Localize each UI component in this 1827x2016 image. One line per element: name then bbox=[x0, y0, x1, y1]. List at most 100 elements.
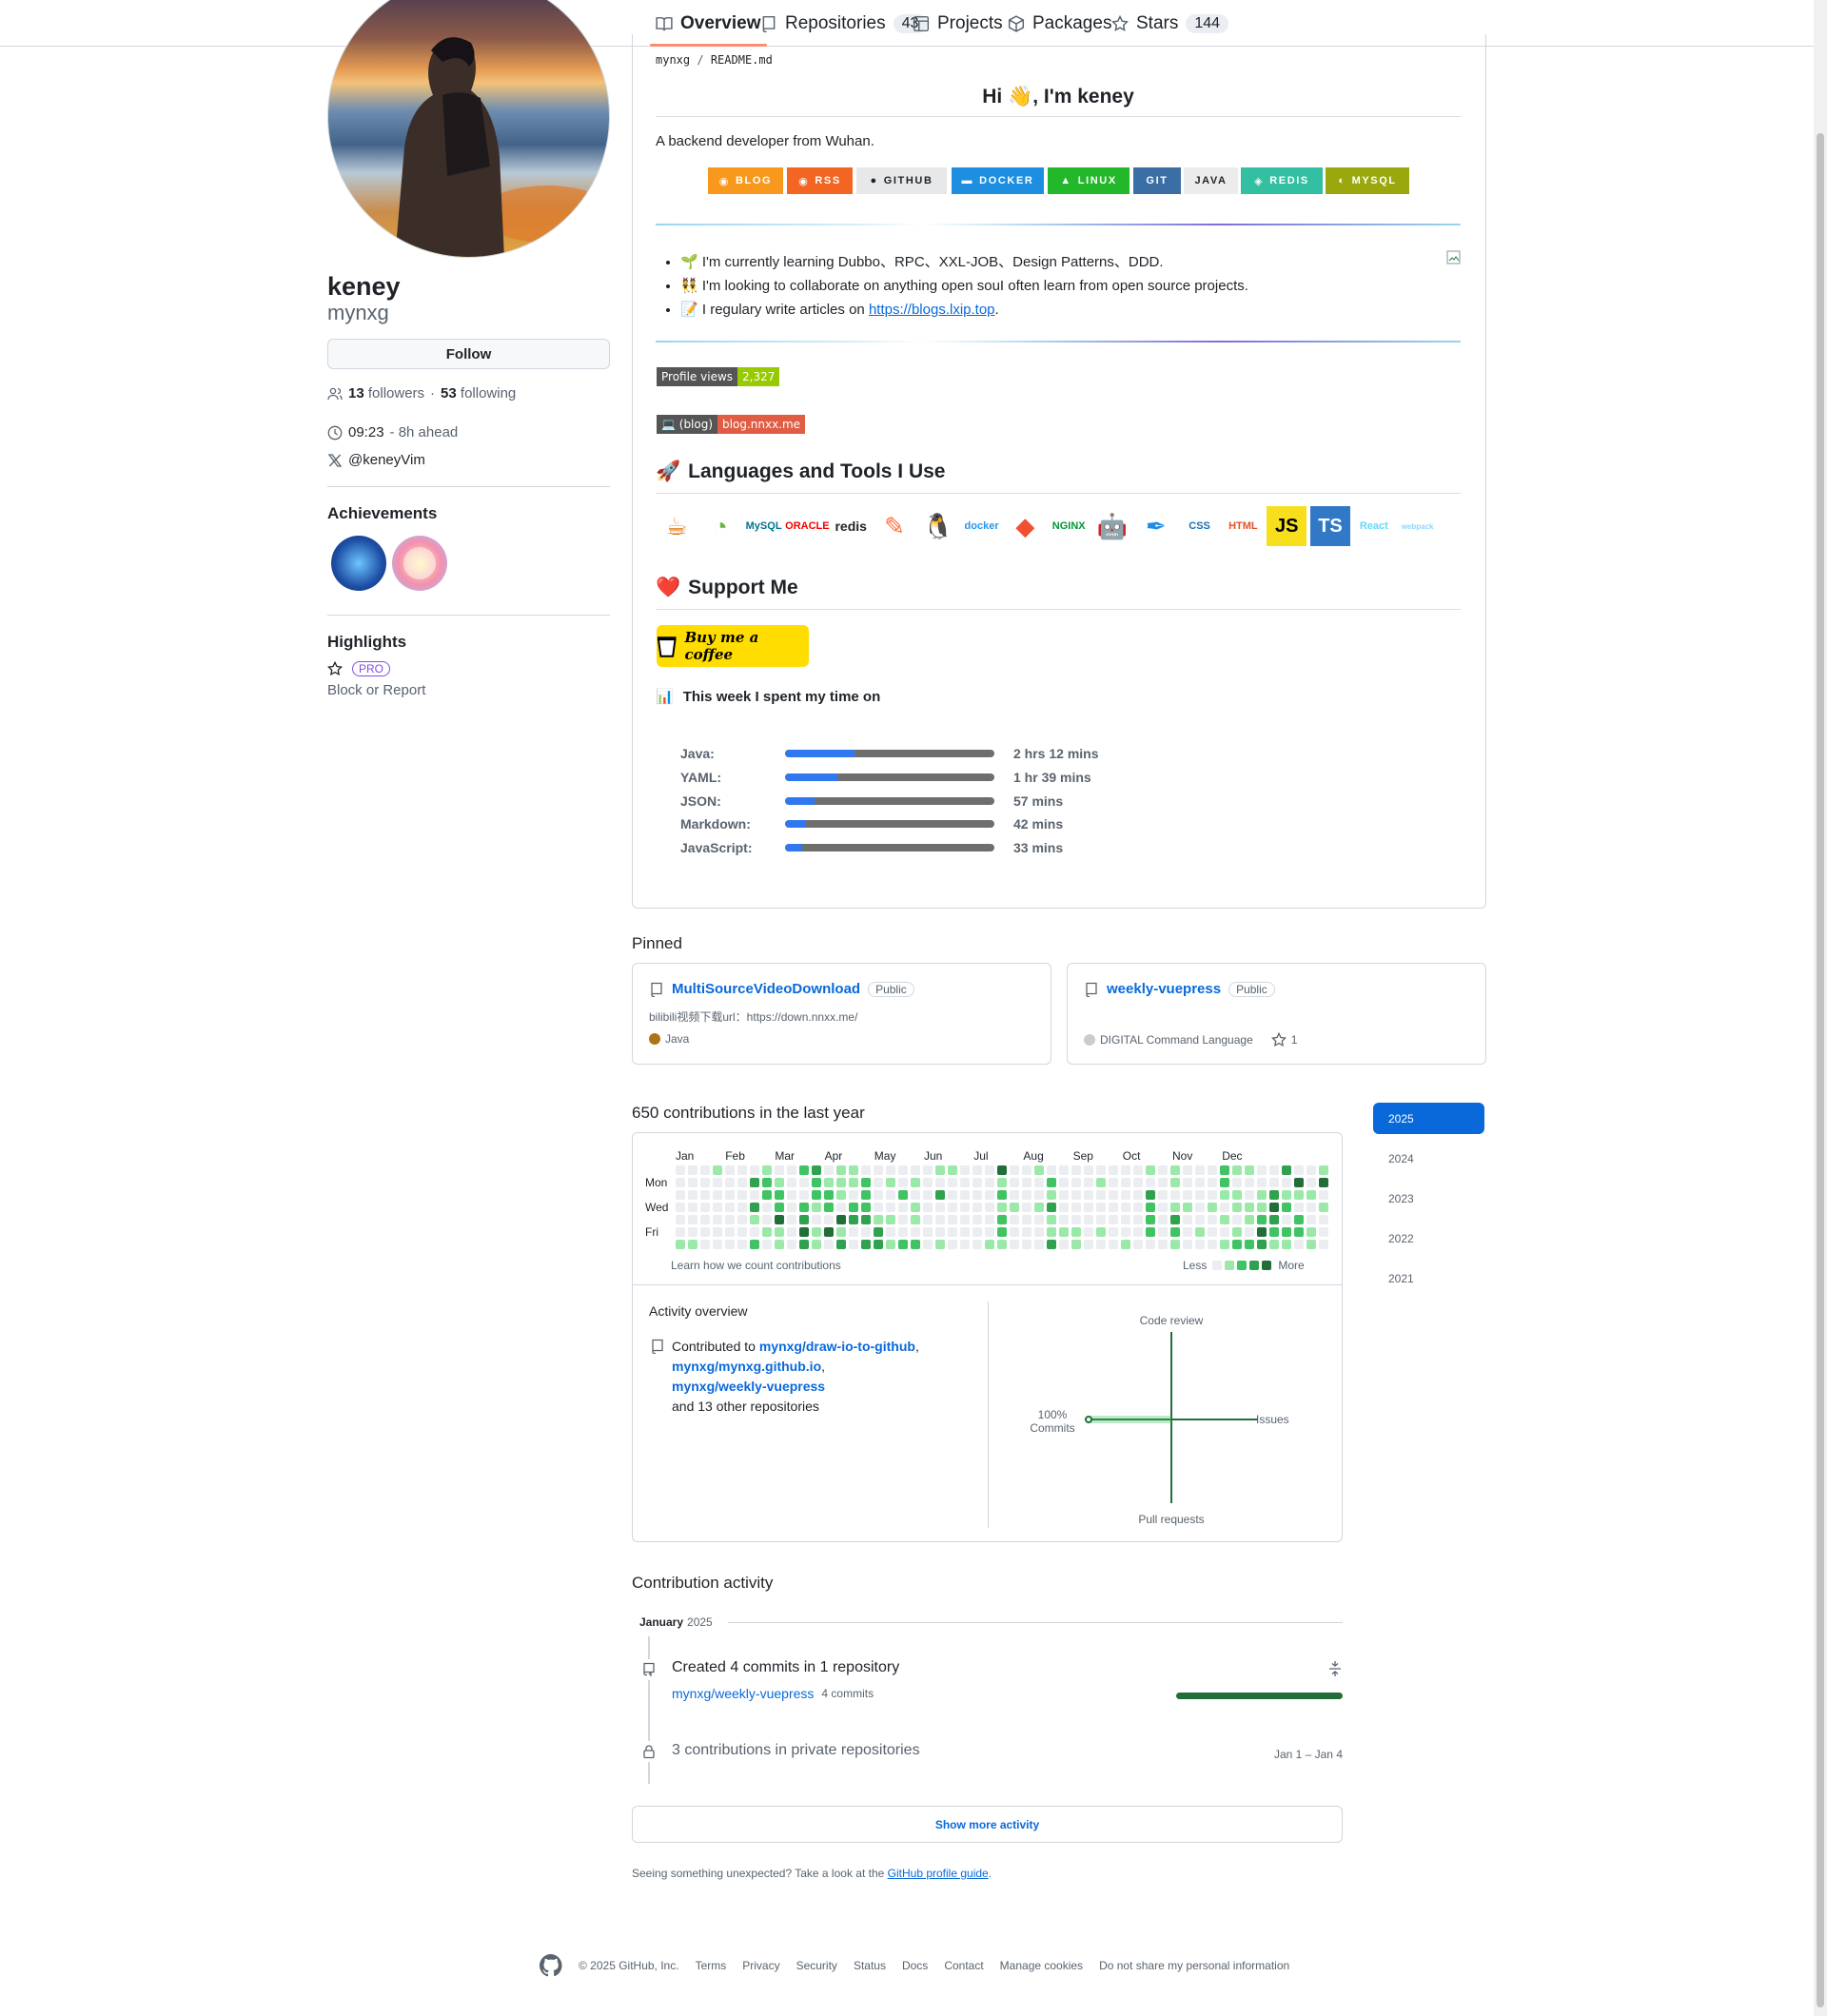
contribution-day[interactable] bbox=[1220, 1215, 1229, 1224]
contribution-day[interactable] bbox=[1183, 1227, 1192, 1237]
contribution-day[interactable] bbox=[836, 1215, 846, 1224]
contribution-day[interactable] bbox=[1084, 1227, 1093, 1237]
contribution-day[interactable] bbox=[1071, 1178, 1081, 1187]
contribution-day[interactable] bbox=[836, 1240, 846, 1249]
contribution-day[interactable] bbox=[688, 1227, 697, 1237]
contribution-day[interactable] bbox=[750, 1190, 759, 1200]
contribution-day[interactable] bbox=[824, 1203, 834, 1212]
contribution-day[interactable] bbox=[1034, 1190, 1044, 1200]
contribution-day[interactable] bbox=[1096, 1227, 1106, 1237]
contribution-day[interactable] bbox=[948, 1190, 957, 1200]
contribution-day[interactable] bbox=[676, 1240, 685, 1249]
contribution-day[interactable] bbox=[935, 1215, 945, 1224]
scrollbar-thumb[interactable] bbox=[1817, 133, 1824, 2007]
contribution-day[interactable] bbox=[1245, 1240, 1254, 1249]
contribution-day[interactable] bbox=[700, 1227, 710, 1237]
contribution-day[interactable] bbox=[713, 1227, 722, 1237]
learn-contributions-link[interactable]: Learn how we count contributions bbox=[671, 1259, 841, 1272]
contribution-day[interactable] bbox=[911, 1178, 920, 1187]
contribution-day[interactable] bbox=[1195, 1203, 1205, 1212]
contribution-day[interactable] bbox=[725, 1227, 735, 1237]
contribution-day[interactable] bbox=[1220, 1178, 1229, 1187]
contribution-day[interactable] bbox=[1059, 1240, 1069, 1249]
contribution-day[interactable] bbox=[1232, 1165, 1242, 1175]
contribution-day[interactable] bbox=[775, 1215, 784, 1224]
contribution-day[interactable] bbox=[1232, 1227, 1242, 1237]
contribution-day[interactable] bbox=[1084, 1178, 1093, 1187]
contribution-day[interactable] bbox=[1208, 1165, 1217, 1175]
contribution-day[interactable] bbox=[1047, 1190, 1056, 1200]
badge-docker[interactable]: ▬ DOCKER bbox=[952, 167, 1044, 194]
contribution-day[interactable] bbox=[799, 1240, 809, 1249]
contribution-day[interactable] bbox=[972, 1240, 982, 1249]
contribution-day[interactable] bbox=[1220, 1227, 1229, 1237]
footer-link[interactable]: Terms bbox=[696, 1959, 727, 1972]
contribution-day[interactable] bbox=[861, 1190, 871, 1200]
contribution-day[interactable] bbox=[1146, 1203, 1155, 1212]
contribution-day[interactable] bbox=[824, 1190, 834, 1200]
contribution-day[interactable] bbox=[824, 1178, 834, 1187]
contribution-day[interactable] bbox=[1220, 1203, 1229, 1212]
contribution-day[interactable] bbox=[1121, 1215, 1130, 1224]
contribution-day[interactable] bbox=[960, 1203, 970, 1212]
contribution-day[interactable] bbox=[1306, 1215, 1316, 1224]
contribution-day[interactable] bbox=[1282, 1165, 1291, 1175]
contribution-day[interactable] bbox=[1096, 1165, 1106, 1175]
contribution-day[interactable] bbox=[775, 1203, 784, 1212]
contribution-day[interactable] bbox=[1170, 1215, 1180, 1224]
contribution-day[interactable] bbox=[1109, 1203, 1118, 1212]
activity-repo-link[interactable]: mynxg/mynxg.github.io bbox=[672, 1359, 821, 1374]
contribution-day[interactable] bbox=[1294, 1203, 1304, 1212]
contribution-day[interactable] bbox=[849, 1227, 858, 1237]
contribution-day[interactable] bbox=[676, 1190, 685, 1200]
contribution-day[interactable] bbox=[948, 1227, 957, 1237]
contribution-day[interactable] bbox=[713, 1215, 722, 1224]
contribution-day[interactable] bbox=[1010, 1178, 1019, 1187]
contribution-day[interactable] bbox=[1109, 1240, 1118, 1249]
contribution-day[interactable] bbox=[775, 1240, 784, 1249]
contribution-day[interactable] bbox=[1034, 1203, 1044, 1212]
contribution-day[interactable] bbox=[874, 1203, 883, 1212]
footer-link[interactable]: Do not share my personal information bbox=[1099, 1959, 1289, 1972]
contribution-day[interactable] bbox=[676, 1227, 685, 1237]
contribution-day[interactable] bbox=[1047, 1240, 1056, 1249]
contribution-day[interactable] bbox=[775, 1165, 784, 1175]
contribution-day[interactable] bbox=[886, 1227, 895, 1237]
contribution-day[interactable] bbox=[762, 1215, 772, 1224]
contribution-day[interactable] bbox=[1269, 1240, 1279, 1249]
contribution-day[interactable] bbox=[1133, 1215, 1143, 1224]
contribution-day[interactable] bbox=[1195, 1165, 1205, 1175]
contribution-day[interactable] bbox=[960, 1190, 970, 1200]
contribution-day[interactable] bbox=[935, 1178, 945, 1187]
contribution-day[interactable] bbox=[1195, 1178, 1205, 1187]
badge-linux[interactable]: ▲ LINUX bbox=[1048, 167, 1130, 194]
contribution-day[interactable] bbox=[799, 1227, 809, 1237]
contribution-day[interactable] bbox=[911, 1190, 920, 1200]
contribution-day[interactable] bbox=[1010, 1203, 1019, 1212]
contribution-day[interactable] bbox=[1146, 1240, 1155, 1249]
contribution-day[interactable] bbox=[1294, 1178, 1304, 1187]
contribution-day[interactable] bbox=[874, 1190, 883, 1200]
contribution-day[interactable] bbox=[688, 1215, 697, 1224]
contribution-day[interactable] bbox=[1047, 1227, 1056, 1237]
contribution-day[interactable] bbox=[1096, 1215, 1106, 1224]
contribution-day[interactable] bbox=[725, 1240, 735, 1249]
contribution-day[interactable] bbox=[812, 1215, 821, 1224]
contribution-day[interactable] bbox=[886, 1215, 895, 1224]
contribution-day[interactable] bbox=[1269, 1190, 1279, 1200]
contribution-day[interactable] bbox=[849, 1190, 858, 1200]
contribution-day[interactable] bbox=[1059, 1178, 1069, 1187]
contribution-day[interactable] bbox=[713, 1203, 722, 1212]
contribution-day[interactable] bbox=[874, 1215, 883, 1224]
contribution-day[interactable] bbox=[1034, 1178, 1044, 1187]
contribution-day[interactable] bbox=[1232, 1178, 1242, 1187]
contribution-day[interactable] bbox=[713, 1178, 722, 1187]
contribution-day[interactable] bbox=[886, 1240, 895, 1249]
contribution-day[interactable] bbox=[861, 1165, 871, 1175]
contribution-day[interactable] bbox=[1059, 1190, 1069, 1200]
contribution-day[interactable] bbox=[812, 1165, 821, 1175]
contribution-day[interactable] bbox=[1257, 1203, 1267, 1212]
contribution-day[interactable] bbox=[836, 1190, 846, 1200]
contribution-day[interactable] bbox=[1158, 1165, 1168, 1175]
contribution-day[interactable] bbox=[1269, 1165, 1279, 1175]
